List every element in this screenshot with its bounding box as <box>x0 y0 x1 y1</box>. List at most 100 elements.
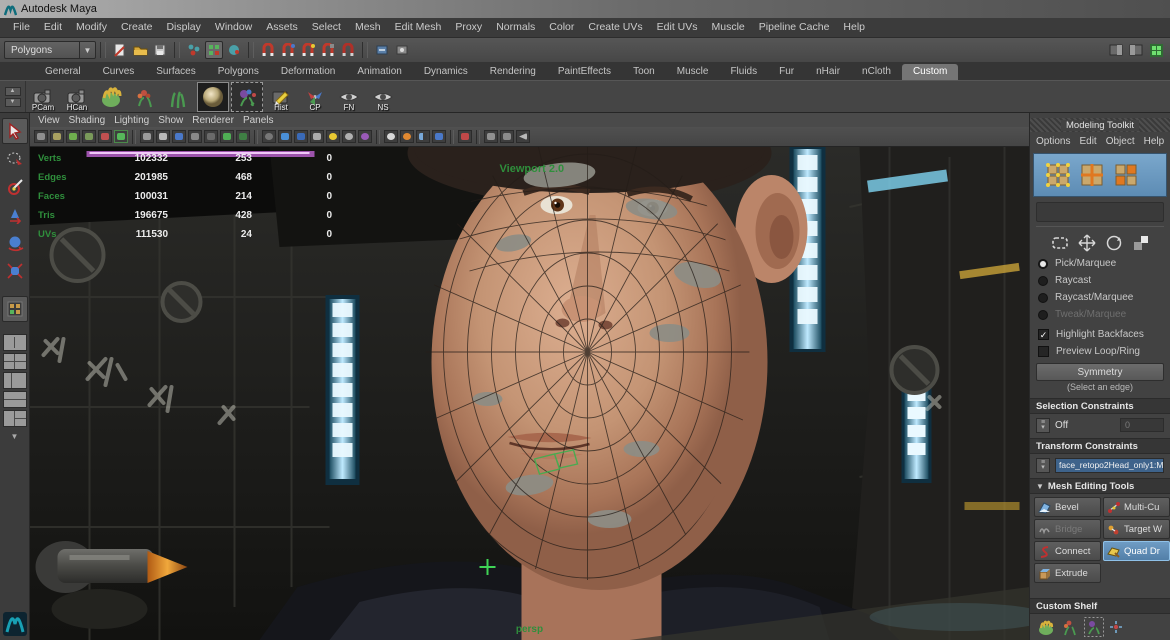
menu-color[interactable]: Color <box>542 18 581 37</box>
snap-to-grid-icon[interactable] <box>259 41 277 59</box>
shelf-tab-curves[interactable]: Curves <box>92 64 146 80</box>
shelf-tab-nhair[interactable]: nHair <box>805 64 851 80</box>
input-connections-icon[interactable] <box>373 41 391 59</box>
last-tool-used-button[interactable] <box>2 296 28 322</box>
panel-menu-renderer[interactable]: Renderer <box>192 115 243 126</box>
status-separator[interactable] <box>248 42 254 58</box>
orange-render-icon[interactable] <box>400 130 414 143</box>
spark-icon[interactable] <box>1108 619 1124 635</box>
shelf-tab-rendering[interactable]: Rendering <box>479 64 547 80</box>
shelf-tab-dynamics[interactable]: Dynamics <box>413 64 479 80</box>
move-tool-button[interactable] <box>2 202 28 228</box>
panel-menu-shading[interactable]: Shading <box>69 115 115 126</box>
shelf-tab-animation[interactable]: Animation <box>346 64 412 80</box>
select-tool-button[interactable] <box>2 118 28 144</box>
menu-create-uvs[interactable]: Create UVs <box>581 18 649 37</box>
transform-constraint-field[interactable]: face_retopo2Head_only1:Me <box>1055 458 1164 473</box>
menu-set-selector[interactable]: Polygons ▼ <box>4 41 96 59</box>
section-mesh-editing-tools[interactable]: ▼ Mesh Editing Tools <box>1030 478 1170 494</box>
snap-to-point-icon[interactable] <box>299 41 317 59</box>
grease-pencil-icon[interactable] <box>114 130 128 143</box>
checkbox-highlight-backfaces[interactable]: ✓ Highlight Backfaces <box>1030 326 1170 343</box>
film-gate-icon[interactable] <box>484 130 498 143</box>
target-weld-button[interactable]: Target W <box>1103 519 1170 539</box>
select-hierarchy-icon[interactable] <box>185 41 203 59</box>
blue-cube-icon[interactable] <box>432 130 446 143</box>
shelf-tab-muscle[interactable]: Muscle <box>666 64 720 80</box>
section-custom-shelf[interactable]: Custom Shelf <box>1030 598 1170 614</box>
use-default-material-icon[interactable] <box>188 130 202 143</box>
flower-icon[interactable] <box>1060 617 1080 637</box>
radio-raycast[interactable]: Raycast <box>1030 272 1170 289</box>
occlusion-icon[interactable] <box>262 130 276 143</box>
menu-modify[interactable]: Modify <box>69 18 114 37</box>
menu-proxy[interactable]: Proxy <box>448 18 489 37</box>
shelf-item-hand-tool[interactable] <box>95 82 127 112</box>
paint-select-tool-button[interactable] <box>2 174 28 200</box>
checkbox-preview-loop-ring[interactable]: Preview Loop/Ring <box>1030 343 1170 360</box>
attribute-editor-toggle-icon[interactable] <box>1107 41 1125 59</box>
marquee-icon[interactable] <box>1051 234 1069 252</box>
shelf-tab-fur[interactable]: Fur <box>768 64 805 80</box>
layout-persp-outliner-button[interactable] <box>3 372 27 389</box>
shelf-item-cp[interactable]: CP <box>299 82 331 112</box>
sequence-time-icon[interactable] <box>310 130 324 143</box>
menu-edit[interactable]: Edit <box>37 18 69 37</box>
share-view-icon[interactable] <box>516 130 530 143</box>
gray-sphere-icon[interactable] <box>342 130 356 143</box>
mtk-menu-edit[interactable]: Edit <box>1079 136 1105 147</box>
layout-four-pane-button[interactable] <box>3 353 27 370</box>
edge-mode-icon[interactable] <box>1080 163 1104 187</box>
shelf-item-paint-grass[interactable] <box>163 82 195 112</box>
viewport-3d-scene[interactable]: Verts 102332 253 0 Edges 201985 468 0 Fa… <box>30 147 1029 640</box>
multisample-icon[interactable] <box>294 130 308 143</box>
wireframe-on-shaded-icon[interactable] <box>204 130 218 143</box>
shelf-item-hist[interactable]: Hist <box>265 82 297 112</box>
collapse-icon[interactable]: ≡▾ <box>1036 458 1050 473</box>
menu-normals[interactable]: Normals <box>489 18 542 37</box>
select-component-icon[interactable] <box>225 41 243 59</box>
rotate-tool-button[interactable] <box>2 230 28 256</box>
shadows-icon[interactable] <box>236 130 250 143</box>
shelf-tab-painteffects[interactable]: PaintEffects <box>547 64 622 80</box>
open-scene-icon[interactable] <box>131 41 149 59</box>
menu-edit-uvs[interactable]: Edit UVs <box>650 18 705 37</box>
face-mode-icon[interactable] <box>1114 163 1138 187</box>
camera-attributes-icon[interactable] <box>66 130 80 143</box>
shelf-tab-ncloth[interactable]: nCloth <box>851 64 902 80</box>
layout-three-pane-button[interactable] <box>3 410 27 427</box>
shelf-tab-surfaces[interactable]: Surfaces <box>145 64 206 80</box>
quad-draw-button[interactable]: Quad Dr <box>1103 541 1170 561</box>
menu-help[interactable]: Help <box>836 18 872 37</box>
textured-display-icon[interactable] <box>172 130 186 143</box>
menu-window[interactable]: Window <box>208 18 259 37</box>
hand-icon[interactable] <box>1036 617 1056 637</box>
shelf-tab-toon[interactable]: Toon <box>622 64 666 80</box>
panel-menu-view[interactable]: View <box>38 115 69 126</box>
panel-menu-show[interactable]: Show <box>158 115 192 126</box>
symmetry-button[interactable]: Symmetry <box>1036 363 1164 381</box>
select-object-icon[interactable] <box>205 41 223 59</box>
section-selection-constraints[interactable]: Selection Constraints <box>1030 398 1170 414</box>
title-bar[interactable]: Autodesk Maya <box>0 0 1170 18</box>
bookmark-icon[interactable] <box>82 130 96 143</box>
select-camera-icon[interactable] <box>34 130 48 143</box>
menu-pipeline-cache[interactable]: Pipeline Cache <box>752 18 837 37</box>
shelf-item-pcam[interactable]: PCam <box>27 82 59 112</box>
shelf-tab-polygons[interactable]: Polygons <box>207 64 270 80</box>
menu-assets[interactable]: Assets <box>259 18 305 37</box>
snap-to-view-plane-icon[interactable] <box>339 41 357 59</box>
shelf-item-sphere-material[interactable] <box>197 82 229 112</box>
rotate-icon[interactable] <box>1105 234 1123 252</box>
smooth-shade-icon[interactable] <box>156 130 170 143</box>
menu-create[interactable]: Create <box>114 18 160 37</box>
use-all-lights-icon[interactable] <box>220 130 234 143</box>
menu-select[interactable]: Select <box>305 18 348 37</box>
save-scene-icon[interactable] <box>151 41 169 59</box>
scale-tool-button[interactable] <box>2 258 28 284</box>
modeling-toolkit-titlebar[interactable]: Modeling Toolkit <box>1030 118 1170 132</box>
layout-two-pane-button[interactable] <box>3 391 27 408</box>
shelf-arrow-down-icon[interactable]: ▼ <box>5 98 21 107</box>
motion-blur-icon[interactable] <box>278 130 292 143</box>
section-transform-constraints[interactable]: Transform Constraints <box>1030 438 1170 454</box>
